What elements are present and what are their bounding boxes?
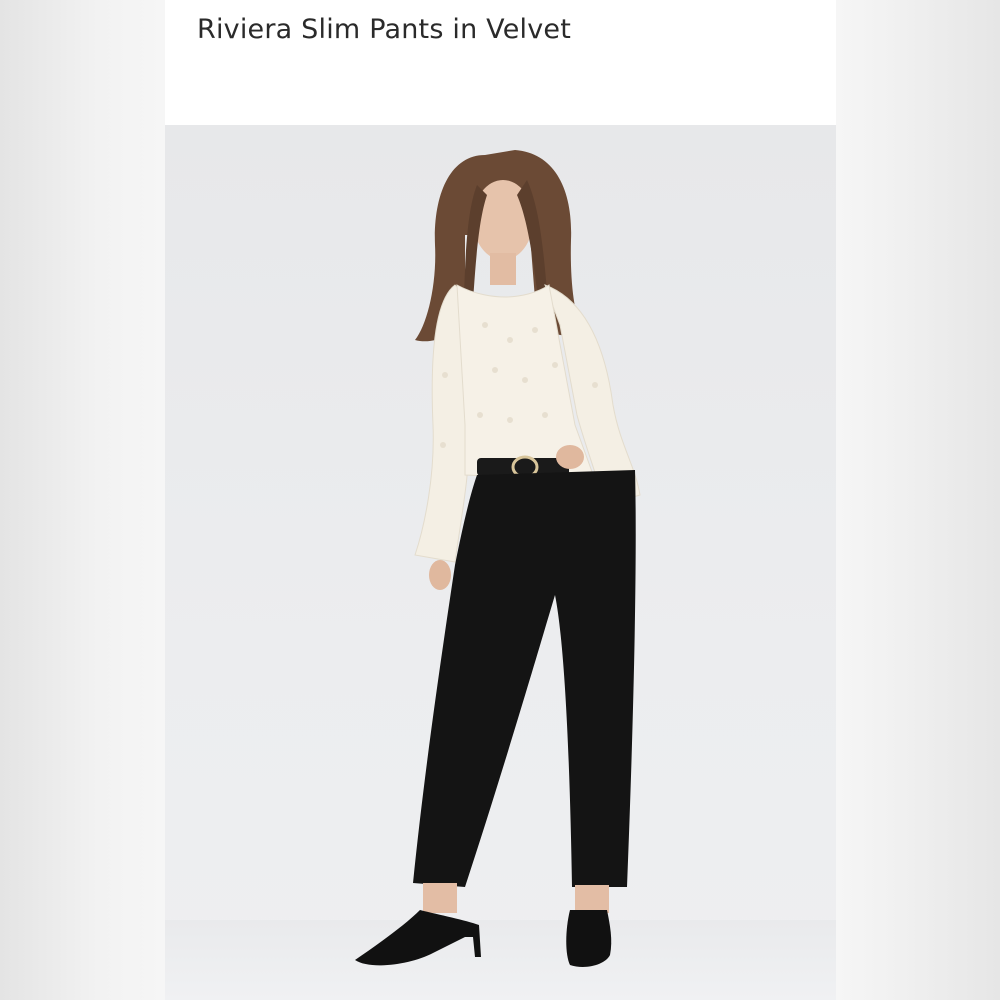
- right-backdrop: [836, 0, 1000, 1000]
- product-card: Riviera Slim Pants in Velvet: [165, 0, 836, 1000]
- shoe-right: [566, 910, 612, 967]
- hand-left: [429, 560, 451, 590]
- ankle-right: [575, 885, 609, 913]
- product-photo[interactable]: [165, 125, 836, 1000]
- model-illustration: [355, 150, 641, 967]
- hand-right: [556, 445, 584, 469]
- product-title: Riviera Slim Pants in Velvet: [197, 14, 572, 45]
- left-backdrop: [0, 0, 165, 1000]
- ankle-left: [423, 883, 457, 913]
- neck: [490, 253, 516, 285]
- shoe-left: [355, 910, 481, 966]
